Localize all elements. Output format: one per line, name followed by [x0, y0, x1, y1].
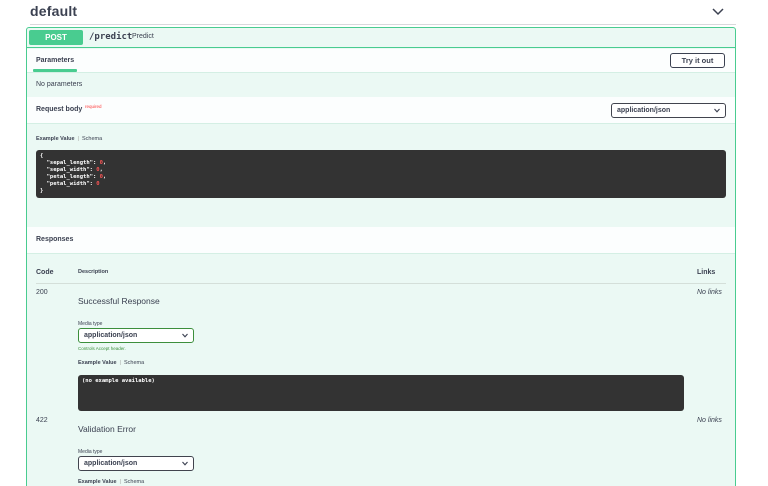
response-links: No links: [697, 417, 722, 424]
chevron-down-icon: [714, 108, 720, 113]
code-separator: ,: [102, 160, 107, 166]
column-header-links: Links: [697, 269, 716, 276]
code-line: "sepal_length": 0,: [46, 160, 107, 166]
code-close-brace: }: [40, 188, 44, 194]
tab-schema[interactable]: Schema: [82, 136, 102, 142]
media-type-label: Media type: [78, 321, 103, 327]
operation-path: /predict: [89, 32, 133, 42]
response-example-text: (no example available): [82, 378, 155, 384]
response-example-tabs: Example Value | Schema: [78, 479, 144, 485]
request-body-label: Request body: [36, 106, 83, 113]
request-example-code[interactable]: { "sepal_length": 0, "sepal_width": 0, "…: [36, 150, 726, 198]
tab-active-underline: [33, 69, 77, 72]
chevron-down-icon[interactable]: [710, 4, 726, 20]
try-it-out-button[interactable]: Try it out: [670, 53, 725, 68]
code-separator: ,: [99, 167, 103, 173]
tag-title: default: [30, 3, 78, 19]
operation-block: POST /predict Predict Parameters Try it …: [26, 27, 736, 486]
media-type-value: application/json: [84, 460, 138, 467]
tab-example-value[interactable]: Example Value: [78, 360, 117, 366]
code-line: "petal_width": 0: [46, 181, 100, 187]
chevron-down-icon: [182, 333, 188, 338]
response-code: 200: [36, 289, 48, 296]
column-header-code: Code: [36, 269, 54, 276]
request-body-header: Request body required application/json: [27, 97, 735, 124]
code-key: "sepal_length": [46, 160, 93, 166]
response-description: Validation Error: [78, 424, 136, 434]
media-type-label: Media type: [78, 449, 103, 455]
operation-summary[interactable]: POST /predict Predict: [27, 28, 735, 48]
request-content-type-select[interactable]: application/json: [611, 103, 726, 118]
response-code: 422: [36, 417, 48, 424]
tab-separator: |: [119, 479, 121, 485]
media-type-value: application/json: [84, 332, 138, 339]
chevron-down-icon: [182, 461, 188, 466]
code-key: "sepal_width": [46, 167, 90, 173]
response-links: No links: [697, 289, 722, 296]
code-number: 0: [96, 181, 100, 187]
code-key: "petal_width": [46, 181, 90, 187]
code-separator: ,: [102, 174, 107, 180]
operation-summary-text: Predict: [132, 33, 154, 40]
media-type-select[interactable]: application/json: [78, 456, 194, 471]
code-open-brace: {: [40, 153, 44, 159]
tab-separator: |: [119, 360, 121, 366]
parameters-header: Parameters Try it out: [27, 49, 735, 73]
media-type-select[interactable]: application/json: [78, 328, 194, 343]
response-example-tabs: Example Value | Schema: [78, 360, 144, 366]
request-example-tabs: Example Value | Schema: [36, 136, 102, 142]
tab-schema[interactable]: Schema: [124, 479, 144, 485]
response-description: Successful Response: [78, 296, 160, 306]
tab-example-value[interactable]: Example Value: [36, 136, 75, 142]
tab-separator: |: [77, 136, 79, 142]
no-parameters-text: No parameters: [36, 81, 83, 88]
column-header-description: Description: [78, 269, 109, 275]
method-badge: POST: [29, 30, 83, 45]
controls-accept-note: Controls Accept header.: [78, 346, 126, 351]
tab-schema[interactable]: Schema: [124, 360, 144, 366]
response-example-code[interactable]: (no example available): [78, 375, 684, 411]
responses-title: Responses: [36, 236, 74, 243]
tab-parameters[interactable]: Parameters: [36, 57, 74, 64]
request-content-type-value: application/json: [617, 107, 671, 114]
required-marker: required: [85, 104, 102, 109]
code-line: "sepal_width": 0,: [46, 167, 103, 173]
tag-header[interactable]: default: [30, 0, 736, 25]
code-line: "petal_length": 0,: [46, 174, 107, 180]
responses-header: Responses: [27, 227, 735, 254]
code-key: "petal_length": [46, 174, 93, 180]
tab-example-value[interactable]: Example Value: [78, 479, 117, 485]
table-header-divider: [36, 283, 726, 284]
